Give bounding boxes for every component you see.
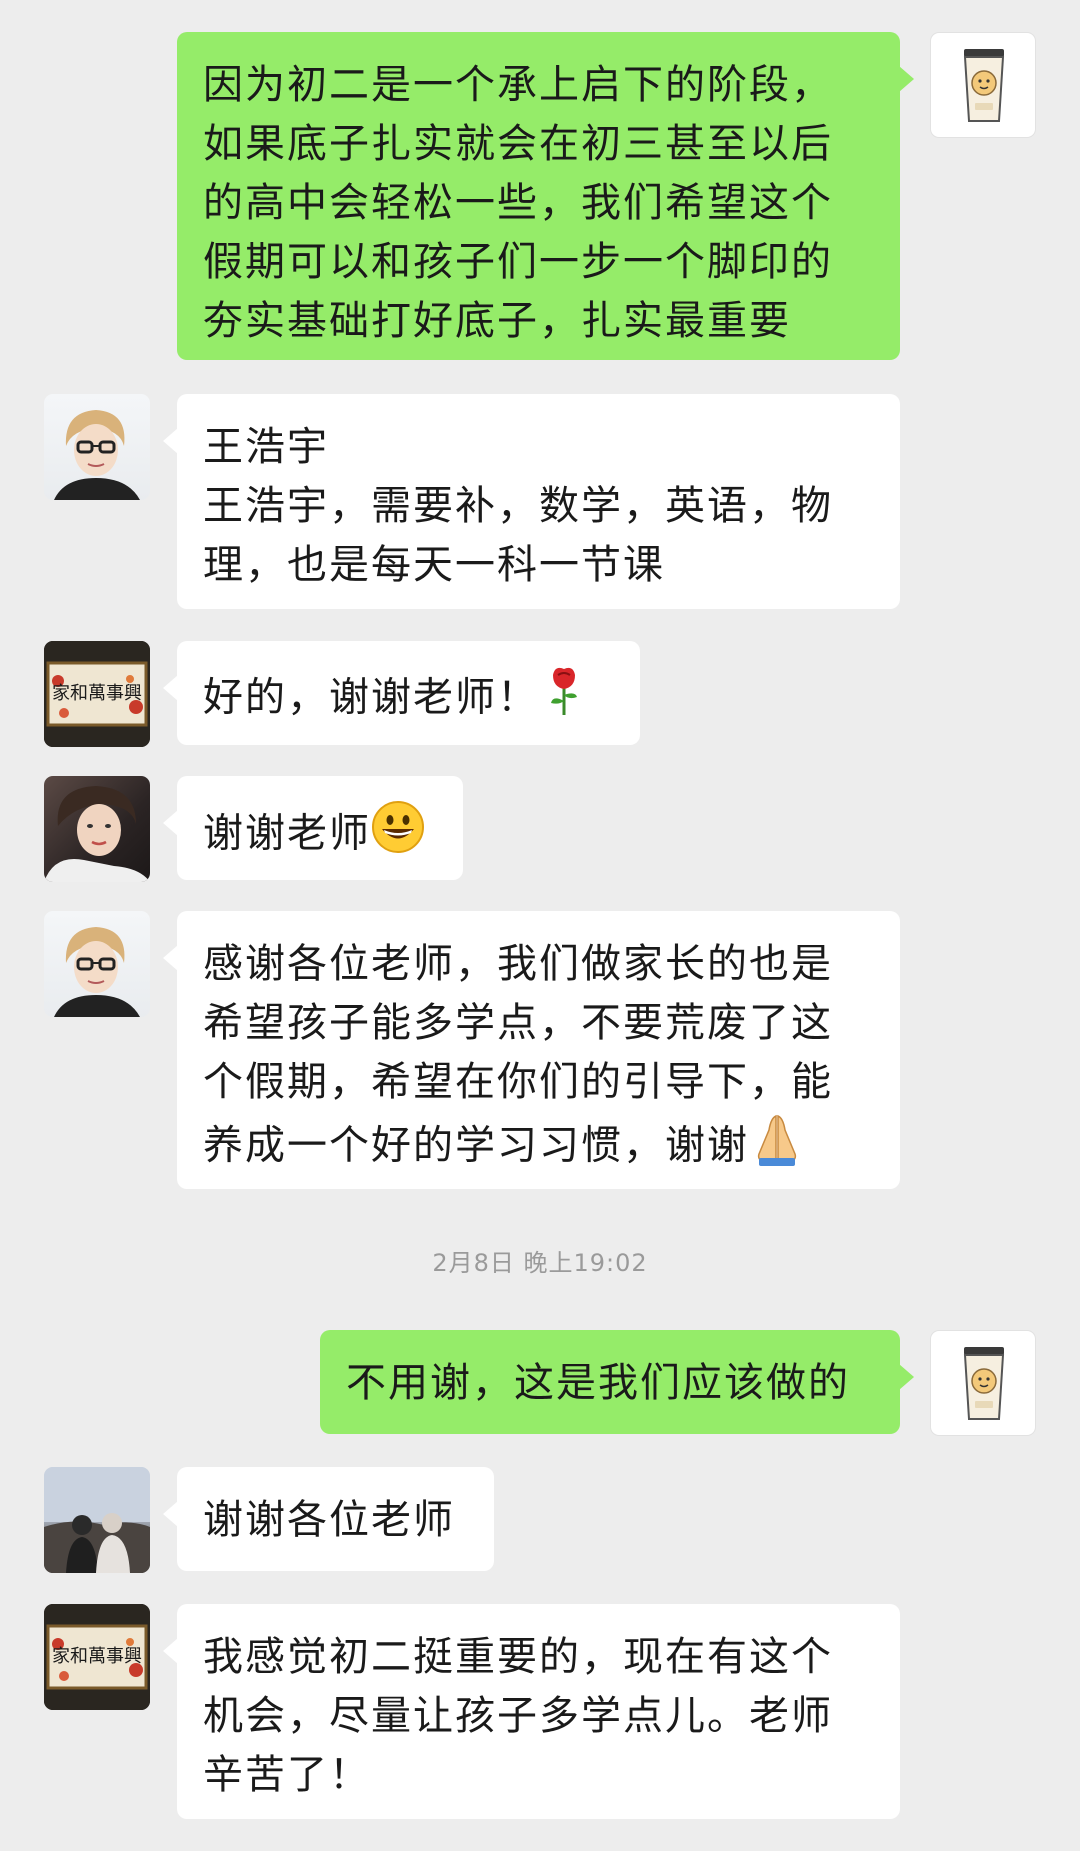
message-text-row: 谢谢老师: [203, 800, 437, 871]
message-text: 假期可以和孩子们一步一个脚印的: [203, 239, 833, 285]
milk-tea-cup-avatar[interactable]: [930, 32, 1036, 138]
message-text: 希望孩子能多学点，不要荒废了这: [203, 1000, 833, 1046]
message-text: 机会，尽量让孩子多学点儿。老师: [203, 1693, 833, 1739]
message-bubble-mine[interactable]: 不用谢，这是我们应该做的: [320, 1330, 914, 1434]
message-text: 谢谢各位老师: [203, 1497, 455, 1543]
message-text: 王浩宇: [203, 424, 329, 470]
message-bubble-other[interactable]: 谢谢老师: [163, 776, 463, 880]
family-banner-avatar[interactable]: 家和萬事興: [44, 641, 150, 747]
message-text: 不用谢，这是我们应该做的: [346, 1360, 850, 1406]
message-text-row: 养成一个好的学习习惯，谢谢: [203, 1112, 874, 1183]
woman-portrait-avatar[interactable]: [44, 776, 150, 882]
message-bubble-other[interactable]: 王浩宇 王浩宇，需要补，数学，英语，物 理，也是每天一科一节课: [163, 394, 900, 609]
message-text: 谢谢老师: [203, 810, 371, 857]
message-text: 好的，谢谢老师！: [203, 674, 539, 721]
banner-text: 家和萬事興: [52, 1646, 142, 1667]
woman-glasses-avatar[interactable]: [44, 394, 150, 500]
message-bubble-mine[interactable]: 因为初二是一个承上启下的阶段， 如果底子扎实就会在初三甚至以后 的高中会轻松一些…: [177, 32, 914, 360]
outdoor-photo-avatar[interactable]: [44, 1467, 150, 1573]
message-text: 辛苦了！: [203, 1752, 371, 1798]
grinning-face-emoji: [371, 800, 425, 871]
message-bubble-other[interactable]: 谢谢各位老师: [163, 1467, 494, 1571]
milk-tea-cup-avatar[interactable]: [930, 1330, 1036, 1436]
message-text: 的高中会轻松一些，我们希望这个: [203, 180, 833, 226]
message-text: 王浩宇，需要补，数学，英语，物: [203, 483, 833, 529]
message-bubble-other[interactable]: 感谢各位老师，我们做家长的也是 希望孩子能多学点，不要荒废了这 个假期，希望在你…: [163, 911, 900, 1189]
banner-text: 家和萬事興: [52, 683, 142, 704]
folded-hands-emoji: [749, 1112, 805, 1183]
chat-timestamp: 2月8日 晚上19:02: [432, 1249, 648, 1277]
message-bubble-other[interactable]: 好的，谢谢老师！: [163, 641, 640, 745]
message-bubble-other[interactable]: 我感觉初二挺重要的，现在有这个 机会，尽量让孩子多学点儿。老师 辛苦了！: [163, 1604, 900, 1819]
message-text: 个假期，希望在你们的引导下，能: [203, 1059, 833, 1105]
message-text: 夯实基础打好底子，扎实最重要: [203, 298, 791, 344]
family-banner-avatar[interactable]: 家和萬事興: [44, 1604, 150, 1710]
message-text: 养成一个好的学习习惯，谢谢: [203, 1122, 749, 1169]
message-text-row: 好的，谢谢老师！: [203, 665, 614, 734]
message-text: 因为初二是一个承上启下的阶段，: [203, 62, 833, 108]
woman-glasses-avatar[interactable]: [44, 911, 150, 1017]
message-text: 感谢各位老师，我们做家长的也是: [203, 941, 833, 987]
message-text: 理，也是每天一科一节课: [203, 542, 665, 588]
message-text: 如果底子扎实就会在初三甚至以后: [203, 121, 833, 167]
message-text: 我感觉初二挺重要的，现在有这个: [203, 1634, 833, 1680]
rose-emoji: [545, 665, 583, 734]
